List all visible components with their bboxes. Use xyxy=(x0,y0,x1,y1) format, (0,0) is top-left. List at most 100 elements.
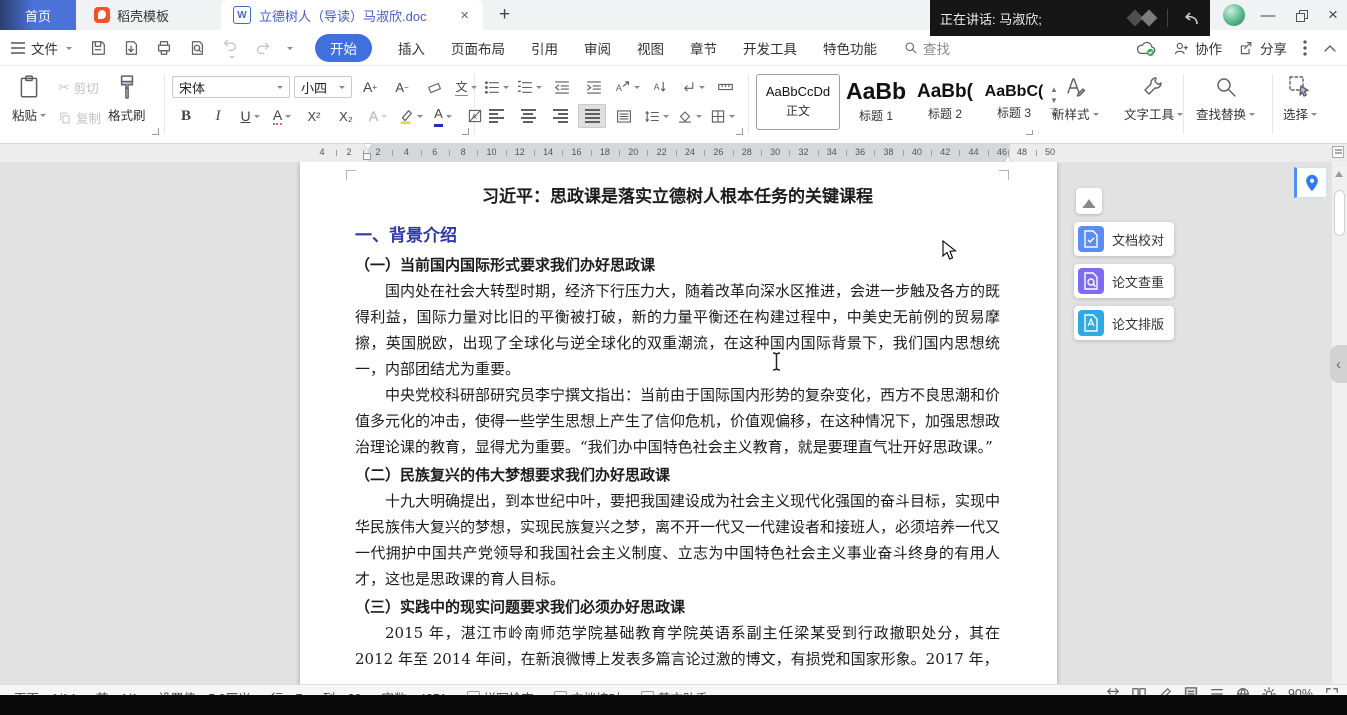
quickbar-more-icon[interactable] xyxy=(287,47,293,53)
style-heading3[interactable]: AaBbC( 标题 3 xyxy=(981,74,1047,130)
new-style-button[interactable]: 新样式 xyxy=(1052,75,1099,123)
decrease-indent-button[interactable] xyxy=(548,75,576,99)
distribute-button[interactable] xyxy=(610,104,638,128)
ruler-number: 2 xyxy=(375,147,380,157)
redo-button[interactable] xyxy=(251,36,275,60)
ruler-tick xyxy=(477,150,478,156)
pinyin-guide-button[interactable]: 文 xyxy=(452,75,480,99)
increase-indent-button[interactable] xyxy=(580,75,608,99)
doc-proofread-button[interactable]: 文档校对 xyxy=(1074,222,1174,256)
tab-docer-templates[interactable]: 稻壳模板 xyxy=(76,0,187,30)
font-color-button[interactable]: A xyxy=(429,104,457,128)
highlight-color-button[interactable] xyxy=(396,104,425,128)
more-options-icon[interactable] xyxy=(1303,40,1307,56)
close-icon: × xyxy=(1328,5,1338,25)
tab-close-icon[interactable]: × xyxy=(458,7,471,24)
side-panel-collapse-handle[interactable]: ‹ xyxy=(1330,345,1347,383)
ribbon-tab-审阅[interactable]: 审阅 xyxy=(584,38,611,58)
ruler-number: 16 xyxy=(572,147,582,157)
style-heading1[interactable]: AaBb 标题 1 xyxy=(843,74,909,130)
paste-icon xyxy=(17,74,41,100)
align-right-button[interactable] xyxy=(546,104,574,128)
horizontal-ruler[interactable]: 4224681012141618202224262830323436384042… xyxy=(0,144,1347,162)
align-left-button[interactable] xyxy=(482,104,510,128)
doc-proofread-label: 文档校对 xyxy=(1112,230,1164,249)
align-center-button[interactable] xyxy=(514,104,542,128)
italic-button[interactable]: I xyxy=(204,104,232,128)
bullet-list-button[interactable] xyxy=(482,75,511,99)
ruler-toggle-icon[interactable] xyxy=(1332,146,1344,158)
find-replace-button[interactable]: 查找替换 xyxy=(1196,75,1255,123)
paper-typeset-button[interactable]: 论文排版 xyxy=(1074,306,1174,340)
justify-button[interactable] xyxy=(578,104,606,128)
ribbon-tab-章节[interactable]: 章节 xyxy=(690,38,717,58)
cloud-sync-icon[interactable] xyxy=(1135,39,1157,57)
increase-font-button[interactable]: A+ xyxy=(356,75,384,99)
paste-button[interactable]: 粘贴 xyxy=(12,74,46,124)
borders-button[interactable] xyxy=(708,104,737,128)
decrease-font-button[interactable]: A− xyxy=(388,75,416,99)
doc-paragraph: 2015 年，湛江市岭南师范学院基础教育学院英语系副主任梁某受到行政撤职处分，其… xyxy=(355,620,1000,672)
new-tab-button[interactable]: + xyxy=(483,0,526,30)
share-button[interactable]: 分享 xyxy=(1238,38,1287,58)
ribbon-tab-页面布局[interactable]: 页面布局 xyxy=(451,38,505,58)
file-menu[interactable]: 文件 xyxy=(0,38,72,58)
collaborate-button[interactable]: 协作 xyxy=(1173,38,1222,58)
print-preview-button[interactable] xyxy=(185,36,209,60)
window-restore-button[interactable] xyxy=(1286,0,1316,30)
location-pin-button[interactable] xyxy=(1294,167,1327,198)
shading-button[interactable] xyxy=(675,104,704,128)
banner-back-arrow-icon[interactable] xyxy=(1180,10,1200,26)
ribbon-tab-视图[interactable]: 视图 xyxy=(637,38,664,58)
ribbon-tab-插入[interactable]: 插入 xyxy=(398,38,425,58)
superscript-button[interactable]: X² xyxy=(300,104,328,128)
collapse-ribbon-icon[interactable] xyxy=(1323,43,1337,53)
tab-home[interactable]: 首页 xyxy=(0,0,76,30)
chevron-down-icon xyxy=(503,86,509,92)
undo-button[interactable] xyxy=(218,36,242,60)
window-close-button[interactable]: × xyxy=(1318,0,1347,30)
text-tools-button[interactable]: 文字工具 xyxy=(1124,75,1183,123)
cut-button[interactable]: ✂ 剪切 xyxy=(58,78,99,97)
scroll-up-icon[interactable] xyxy=(1335,167,1343,177)
decrease-indent-icon xyxy=(554,80,570,95)
ribbon-tab-特色功能[interactable]: 特色功能 xyxy=(823,38,877,58)
subscript-button[interactable]: X₂ xyxy=(332,104,360,128)
font-name-select[interactable]: 宋体 xyxy=(172,76,290,98)
chevron-down-icon xyxy=(471,86,477,92)
ribbon-tab-引用[interactable]: 引用 xyxy=(531,38,558,58)
user-avatar[interactable] xyxy=(1223,4,1245,26)
ribbon-tab-开始[interactable]: 开始 xyxy=(315,34,372,62)
window-minimize-button[interactable]: — xyxy=(1253,0,1283,30)
save-button[interactable] xyxy=(86,36,110,60)
copy-button[interactable]: 复制 xyxy=(58,108,101,127)
format-painter-button[interactable]: 格式刷 xyxy=(108,74,146,124)
numbered-list-button[interactable] xyxy=(515,75,544,99)
char-scale-button[interactable]: A xyxy=(612,75,642,99)
paragraph-mark-button[interactable] xyxy=(678,75,707,99)
page-setup-button[interactable] xyxy=(711,75,739,99)
select-button[interactable]: 选择 xyxy=(1283,75,1317,123)
clear-format-button[interactable] xyxy=(420,75,448,99)
paper-check-button[interactable]: 论文查重 xyxy=(1074,264,1174,298)
vertical-scrollbar[interactable] xyxy=(1332,162,1347,695)
left-indent-marker[interactable] xyxy=(363,153,371,160)
find-replace-label: 查找替换 xyxy=(1196,104,1246,123)
tab-document[interactable]: W 立德树人（导读）马淑欣.doc × xyxy=(221,0,483,30)
underline-button[interactable]: U xyxy=(236,104,264,128)
print-button[interactable] xyxy=(152,36,176,60)
scrollbar-thumb[interactable] xyxy=(1334,190,1345,236)
export-pdf-button[interactable] xyxy=(119,36,143,60)
font-size-select[interactable]: 小四 xyxy=(294,76,352,98)
line-spacing-button[interactable] xyxy=(642,104,671,128)
style-normal[interactable]: AaBbCcDd 正文 xyxy=(756,74,840,130)
collapse-side-tools-button[interactable] xyxy=(1076,188,1102,214)
style-heading2[interactable]: AaBb( 标题 2 xyxy=(912,74,978,130)
ruler-tick xyxy=(676,150,677,156)
find-command[interactable]: 查找 xyxy=(903,38,950,58)
text-effects-button[interactable]: A xyxy=(364,104,392,128)
ribbon-tab-开发工具[interactable]: 开发工具 xyxy=(743,38,797,58)
char-emphasis-button[interactable]: A xyxy=(268,104,296,128)
bold-button[interactable]: B xyxy=(172,104,200,128)
text-direction-button[interactable]: A xyxy=(646,75,674,99)
